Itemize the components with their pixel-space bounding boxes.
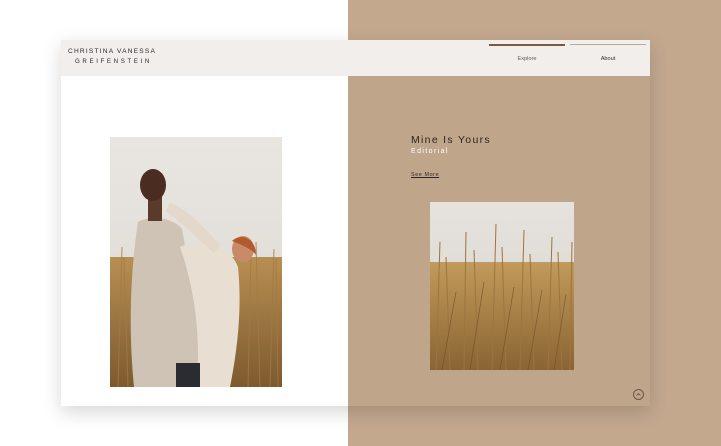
post-subtitle: Editorial (411, 148, 449, 155)
scroll-to-top-button[interactable] (633, 389, 644, 400)
post-title[interactable]: Mine Is Yours (411, 134, 491, 146)
logo-name-first[interactable]: CHRISTINA VANESSA (68, 48, 156, 55)
nav-about[interactable]: About (570, 44, 646, 74)
nav-about-label: About (600, 56, 616, 62)
site-header: CHRISTINA VANESSA GREIFENSTEIN Explore A… (61, 40, 650, 76)
website-preview: CHRISTINA VANESSA GREIFENSTEIN Explore A… (61, 40, 650, 406)
logo-name-last[interactable]: GREIFENSTEIN (75, 58, 152, 65)
field-photo[interactable] (430, 202, 574, 370)
portrait-photo[interactable] (110, 137, 282, 387)
nav-explore-label: Explore (517, 56, 537, 62)
nav-active-indicator (489, 44, 565, 46)
chevron-up-icon (636, 392, 641, 396)
nav-indicator (570, 44, 646, 45)
see-more-link[interactable]: See More (411, 172, 439, 178)
nav-explore[interactable]: Explore (489, 44, 565, 74)
